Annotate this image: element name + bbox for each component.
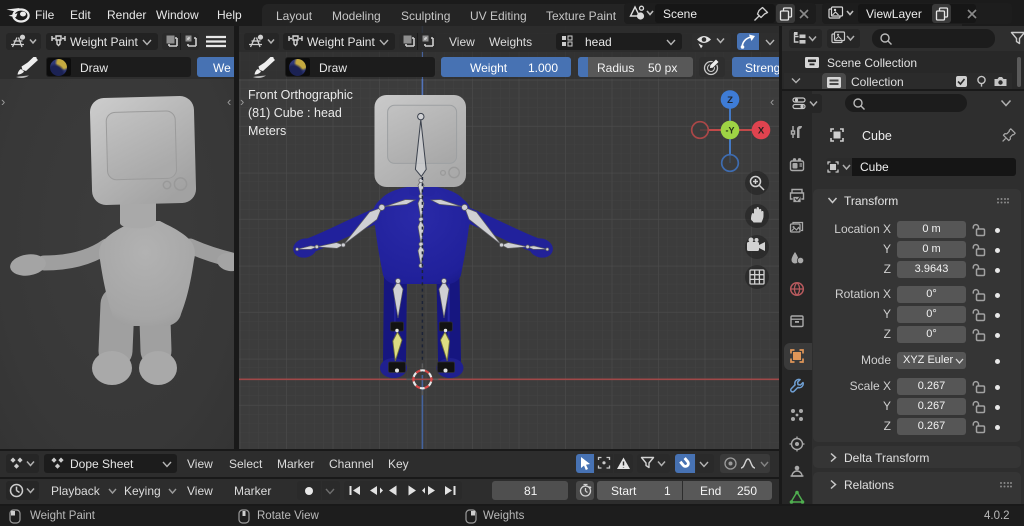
svg-text:-Y: -Y — [726, 126, 735, 136]
svg-text:Z: Z — [727, 95, 733, 106]
svg-text:X: X — [758, 126, 765, 137]
